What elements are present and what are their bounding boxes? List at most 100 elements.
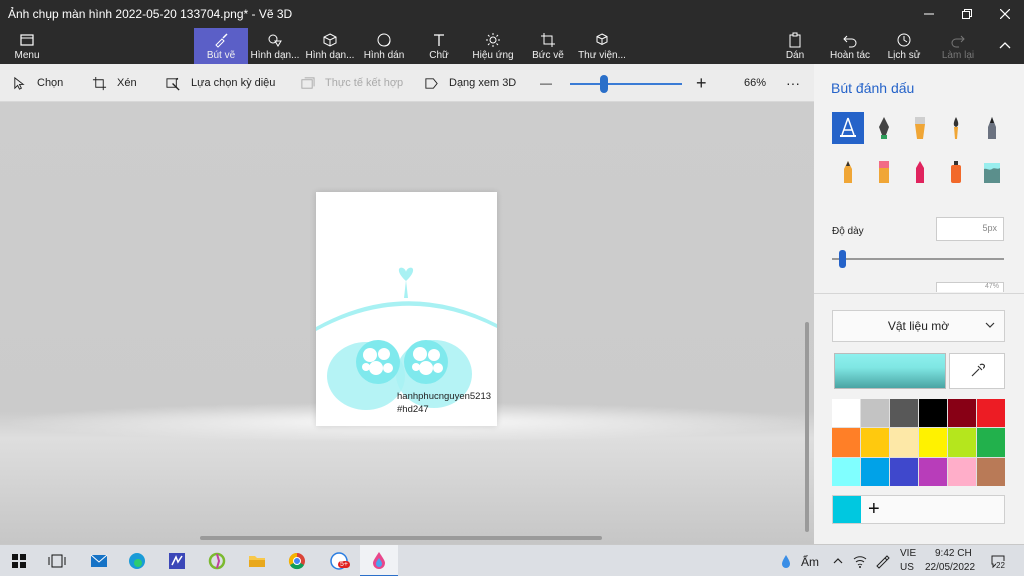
zoom-in-button[interactable]: + bbox=[696, 64, 707, 102]
paste-button[interactable]: Dán bbox=[780, 28, 810, 64]
menu-button[interactable]: Menu bbox=[10, 28, 44, 64]
mixed-reality-button[interactable]: Thực tế kết hợp bbox=[300, 64, 403, 102]
chevron-down-icon bbox=[985, 322, 995, 328]
zoom-out-button[interactable]: — bbox=[540, 64, 552, 102]
add-color-button[interactable]: + bbox=[868, 498, 880, 521]
chrome-icon bbox=[288, 552, 305, 570]
close-button[interactable] bbox=[986, 0, 1024, 28]
color-swatch[interactable] bbox=[919, 428, 947, 457]
tab-canvas[interactable]: Bức vẽ bbox=[528, 28, 568, 64]
magic-select-button[interactable]: Lựa chọn kỳ diệu bbox=[166, 64, 275, 102]
color-swatch[interactable] bbox=[861, 457, 889, 486]
thickness-slider-track[interactable] bbox=[832, 258, 1004, 260]
canvas-workspace[interactable]: hanhphucnguyen5213 #hd247 bbox=[0, 102, 814, 544]
current-color-preview[interactable] bbox=[834, 353, 946, 389]
brush-watercolor[interactable] bbox=[940, 112, 972, 144]
custom-color-swatch[interactable] bbox=[833, 496, 861, 523]
select-button[interactable]: Chọn bbox=[12, 64, 63, 102]
watercolor-icon bbox=[953, 117, 959, 139]
taskbar-messenger[interactable]: 5+ bbox=[320, 545, 358, 576]
wifi-icon[interactable] bbox=[852, 553, 868, 569]
chevron-up-tray-icon[interactable] bbox=[832, 555, 844, 567]
tab-3d-shapes[interactable]: Hình dạn... bbox=[304, 28, 356, 64]
start-button[interactable] bbox=[0, 545, 38, 576]
brush-marker[interactable] bbox=[832, 112, 864, 144]
brush-pencil[interactable] bbox=[832, 156, 864, 188]
color-swatch[interactable] bbox=[977, 428, 1005, 457]
mail-icon bbox=[90, 554, 108, 567]
brush-pixel-pen[interactable] bbox=[976, 112, 1008, 144]
color-swatch[interactable] bbox=[832, 399, 860, 428]
tab-brushes[interactable]: Bút vẽ bbox=[194, 28, 248, 64]
opacity-input[interactable]: 47% bbox=[936, 282, 1004, 292]
effects-icon bbox=[486, 32, 500, 47]
minimize-button[interactable] bbox=[910, 0, 948, 28]
color-swatch[interactable] bbox=[832, 457, 860, 486]
notification-count: 22 bbox=[996, 561, 1005, 570]
zoom-slider-thumb[interactable] bbox=[599, 75, 608, 93]
color-swatch[interactable] bbox=[948, 457, 976, 486]
calligraphy-pen-icon bbox=[879, 117, 889, 139]
brush-spray-can[interactable] bbox=[940, 156, 972, 188]
undo-button[interactable]: Hoàn tác bbox=[828, 28, 872, 64]
taskbar-paint-3d[interactable] bbox=[360, 545, 398, 576]
weather-text[interactable]: Ẩm bbox=[801, 555, 819, 569]
task-view-button[interactable] bbox=[38, 545, 76, 576]
clock-date[interactable]: 22/05/2022 bbox=[925, 562, 975, 573]
vertical-scrollbar[interactable] bbox=[805, 322, 809, 532]
taskbar-mail[interactable] bbox=[80, 545, 118, 576]
tab-effects[interactable]: Hiệu ứng bbox=[470, 28, 516, 64]
color-swatch[interactable] bbox=[948, 428, 976, 457]
color-swatch[interactable] bbox=[919, 457, 947, 486]
brush-fill[interactable] bbox=[976, 156, 1008, 188]
color-swatch[interactable] bbox=[977, 457, 1005, 486]
taskbar-lightshot[interactable] bbox=[198, 545, 236, 576]
color-swatch[interactable] bbox=[948, 399, 976, 428]
drawing-canvas[interactable]: hanhphucnguyen5213 #hd247 bbox=[316, 192, 497, 426]
redo-button[interactable]: Làm lại bbox=[940, 28, 976, 64]
tab-text[interactable]: Chữ bbox=[422, 28, 456, 64]
tab-label: Hiệu ứng bbox=[472, 49, 514, 61]
custom-color-row: + bbox=[832, 495, 1005, 524]
watermark-line-1: hanhphucnguyen5213 bbox=[397, 391, 492, 402]
horizontal-scrollbar[interactable] bbox=[200, 536, 602, 540]
crop-button[interactable]: Xén bbox=[92, 64, 137, 102]
color-swatch[interactable] bbox=[919, 399, 947, 428]
pen-icon[interactable] bbox=[874, 553, 890, 569]
brush-calligraphy-pen[interactable] bbox=[868, 112, 900, 144]
watermark-line-2: #hd247 bbox=[397, 404, 429, 415]
taskbar-edge[interactable] bbox=[118, 545, 156, 576]
clock-time[interactable]: 9:42 CH bbox=[935, 548, 972, 559]
zoom-slider-track[interactable] bbox=[570, 83, 682, 85]
more-options-button[interactable]: ··· bbox=[786, 64, 800, 102]
tab-stickers[interactable]: Hình dán bbox=[362, 28, 406, 64]
language-top[interactable]: VIE bbox=[900, 548, 916, 559]
color-swatch[interactable] bbox=[890, 457, 918, 486]
history-button[interactable]: Lịch sử bbox=[886, 28, 922, 64]
library-icon bbox=[596, 32, 608, 45]
thickness-input[interactable]: 5px bbox=[936, 217, 1004, 241]
taskbar-chrome[interactable] bbox=[278, 545, 316, 576]
color-swatch[interactable] bbox=[890, 428, 918, 457]
brush-crayon[interactable] bbox=[904, 156, 936, 188]
tab-2d-shapes[interactable]: Hình dạn... bbox=[250, 28, 300, 64]
eyedropper-button[interactable] bbox=[949, 353, 1005, 389]
3d-view-button[interactable]: Dạng xem 3D bbox=[424, 64, 516, 102]
restore-button[interactable] bbox=[948, 0, 986, 28]
color-swatch[interactable] bbox=[832, 428, 860, 457]
fill-bucket-icon bbox=[984, 163, 1000, 183]
brush-oil[interactable] bbox=[904, 112, 936, 144]
color-swatch[interactable] bbox=[861, 428, 889, 457]
language-bottom[interactable]: US bbox=[900, 562, 914, 573]
color-swatch[interactable] bbox=[861, 399, 889, 428]
tab-3d-library[interactable]: Thư viện... bbox=[578, 28, 626, 64]
zoom-level[interactable]: 66% bbox=[744, 64, 766, 102]
color-swatch[interactable] bbox=[890, 399, 918, 428]
taskbar-app[interactable] bbox=[158, 545, 196, 576]
color-swatch[interactable] bbox=[977, 399, 1005, 428]
collapse-ribbon-button[interactable] bbox=[994, 28, 1016, 64]
material-dropdown[interactable]: Vật liệu mờ bbox=[832, 310, 1005, 342]
brush-eraser[interactable] bbox=[868, 156, 900, 188]
thickness-slider-thumb[interactable] bbox=[838, 250, 846, 268]
taskbar-file-explorer[interactable] bbox=[238, 545, 276, 576]
